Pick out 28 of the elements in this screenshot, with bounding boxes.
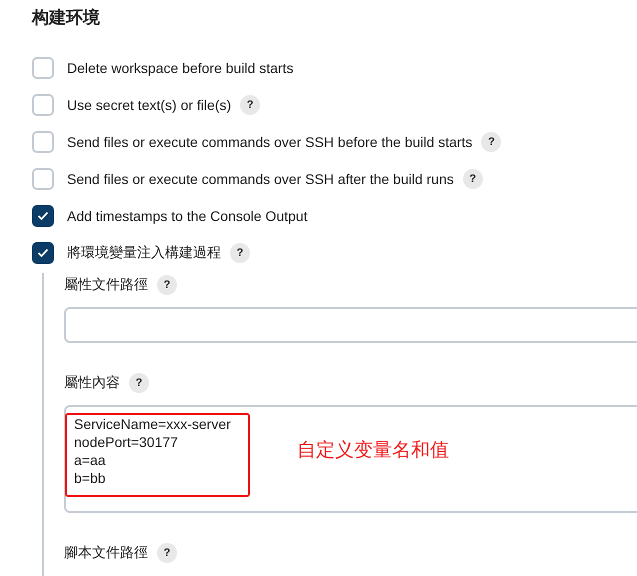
help-button[interactable]: ?	[157, 274, 177, 294]
text-line: nodePort=30177	[74, 433, 178, 451]
check-icon	[37, 248, 49, 258]
option-label: 將環境變量注入構建過程	[67, 244, 221, 262]
help-button[interactable]: ?	[230, 242, 250, 262]
text-line: b=bb	[74, 469, 106, 487]
annotation-text: 自定义变量名和值	[297, 439, 449, 463]
section-title: 构建环境	[32, 7, 100, 29]
option-label: Use secret text(s) or file(s)	[67, 96, 232, 112]
option-label: Add timestamps to the Console Output	[67, 208, 308, 224]
option-label: Send files or execute commands over SSH after the build runs	[67, 170, 454, 186]
help-button[interactable]: ?	[157, 542, 177, 562]
field-label: 腳本文件路徑	[64, 544, 148, 562]
help-button[interactable]: ?	[129, 372, 149, 392]
text-line: a=aa	[74, 451, 106, 469]
option-label: Send files or execute commands over SSH before the build starts	[67, 134, 472, 150]
checkbox[interactable]	[32, 242, 54, 264]
help-button[interactable]: ?	[240, 94, 260, 114]
text-line: ServiceName=xxx-server	[74, 415, 231, 433]
check-icon	[37, 210, 49, 220]
field-label: 屬性文件路徑	[64, 276, 148, 294]
option-label: Delete workspace before build starts	[67, 60, 294, 76]
field-label: 屬性內容	[64, 374, 120, 392]
textarea-field[interactable]: ServiceName=xxx-server nodePort=30177 a=aa b=bb 自定义变量名和值	[64, 405, 637, 513]
checkbox[interactable]	[32, 204, 54, 226]
help-button[interactable]: ?	[462, 168, 483, 188]
input-field[interactable]	[64, 307, 637, 343]
help-button[interactable]: ?	[481, 132, 502, 152]
